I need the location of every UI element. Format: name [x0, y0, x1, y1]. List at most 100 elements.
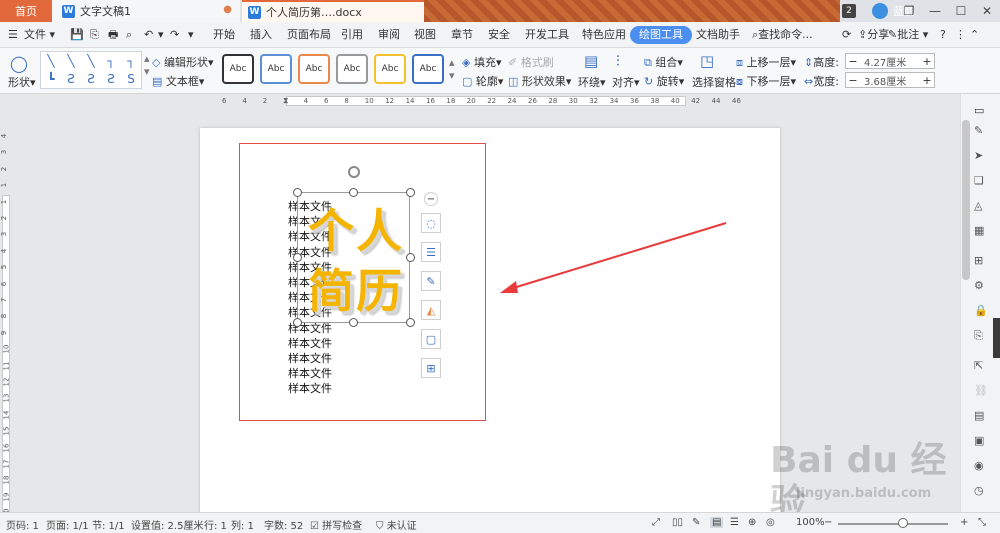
border-icon[interactable]: ▢: [421, 329, 441, 349]
resize-handle-e[interactable]: [406, 253, 415, 262]
fill-bucket-icon[interactable]: ◭: [421, 300, 441, 320]
resize-handle-n[interactable]: [349, 188, 358, 197]
location-icon[interactable]: ◉: [974, 459, 988, 473]
rotate-button[interactable]: ↻ 旋转▾: [644, 73, 684, 89]
menu-review[interactable]: 审阅: [378, 22, 400, 48]
zoom-in-button[interactable]: +: [960, 517, 968, 528]
undo-icon[interactable]: ↶: [144, 22, 153, 48]
shape-tool-icon[interactable]: ❏: [974, 174, 988, 188]
collapse-ribbon-icon[interactable]: ⌃: [970, 22, 979, 48]
image-icon[interactable]: ▣: [974, 434, 988, 448]
status-col[interactable]: 列: 1: [231, 517, 254, 532]
tab-document-1[interactable]: W 文字文稿1 ●: [52, 0, 240, 22]
minimize-icon[interactable]: —: [922, 0, 948, 22]
maximize-icon[interactable]: ☐: [948, 0, 974, 22]
style-preset-yellow[interactable]: Abc: [374, 54, 406, 84]
curve-shape-icon[interactable]: Ƨ: [101, 70, 121, 88]
more-icon[interactable]: ⋮: [955, 22, 966, 48]
style-preset-orange[interactable]: Abc: [298, 54, 330, 84]
menu-developer[interactable]: 开发工具: [525, 22, 569, 48]
menu-security[interactable]: 安全: [488, 22, 510, 48]
certification-status[interactable]: ⛉ 未认证: [376, 517, 417, 532]
shape-gallery[interactable]: ╲ ╲ ╲ ┐ ┐ ┗ Ƨ Ƨ Ƨ S: [40, 51, 142, 89]
command-search[interactable]: ⌕查找命令...: [752, 22, 813, 48]
align-button[interactable]: 对齐▾: [612, 74, 640, 90]
zoom-out-button[interactable]: −: [824, 517, 832, 528]
hamburger-icon[interactable]: ☰: [8, 22, 18, 48]
resize-handle-sw[interactable]: [293, 318, 302, 327]
selection-pane-icon[interactable]: ◳: [700, 52, 714, 70]
fit-page-icon[interactable]: ⤡: [978, 517, 986, 528]
comment-button[interactable]: ✎批注 ▾: [888, 22, 928, 48]
shape-button[interactable]: 形状▾: [8, 74, 36, 90]
pen-tool-icon[interactable]: ✎: [974, 124, 988, 138]
collapse-toolbar-icon[interactable]: −: [424, 192, 438, 206]
status-page-number[interactable]: 页码: 1: [6, 517, 39, 532]
status-section[interactable]: 节: 1/1: [92, 517, 125, 532]
send-backward-button[interactable]: ⧇ 下移一层▾: [736, 73, 796, 89]
elbow-shape-icon[interactable]: ┐: [121, 52, 141, 70]
resize-handle-w[interactable]: [293, 253, 302, 262]
tab-home[interactable]: 首页: [0, 0, 52, 22]
resize-handle-se[interactable]: [406, 318, 415, 327]
height-stepper[interactable]: − 4.27厘米 +: [845, 53, 935, 69]
help-icon[interactable]: ?: [940, 22, 946, 48]
menu-references[interactable]: 引用: [341, 22, 363, 48]
side-panel-toggle[interactable]: [993, 318, 1000, 358]
style-preset-blue[interactable]: Abc: [260, 54, 292, 84]
style-preset-black[interactable]: Abc: [222, 54, 254, 84]
export-icon[interactable]: ⇱: [974, 359, 988, 373]
sync-icon[interactable]: ⟳: [842, 22, 851, 48]
status-pages[interactable]: 页面: 1/1: [46, 517, 89, 532]
group-button[interactable]: ⧉ 组合▾: [644, 54, 683, 70]
grid-icon[interactable]: ⊞: [974, 254, 988, 268]
rotate-handle[interactable]: [348, 166, 360, 178]
zoom-slider[interactable]: [838, 523, 948, 525]
read-mode-icon[interactable]: ▯▯: [672, 517, 683, 528]
status-setting[interactable]: 设置值: 2.5厘米: [131, 517, 203, 532]
print-icon[interactable]: 🖶: [108, 22, 118, 48]
style-gallery-more-icon[interactable]: ▴ ▾: [449, 56, 455, 82]
tab-document-2[interactable]: W 个人简历第….docx: [242, 0, 424, 22]
settings-icon[interactable]: ⚙: [974, 279, 988, 293]
customize-icon[interactable]: ▾: [188, 22, 194, 48]
eye-protection-icon[interactable]: ◎: [766, 517, 775, 528]
restore-icon[interactable]: ❐: [896, 0, 922, 22]
elbow-shape-icon[interactable]: ┗: [41, 70, 61, 88]
line-shape-icon[interactable]: ╲: [61, 52, 81, 70]
width-increase-button[interactable]: +: [920, 74, 934, 87]
menu-chapter[interactable]: 章节: [451, 22, 473, 48]
export-icon[interactable]: ⎘: [90, 22, 99, 48]
style-tool-icon[interactable]: ◬: [974, 199, 988, 213]
height-decrease-button[interactable]: −: [846, 55, 860, 68]
shape-icon[interactable]: ◯: [10, 54, 28, 73]
menu-drawing-tools[interactable]: 绘图工具: [630, 26, 692, 44]
outline-view-icon[interactable]: ☰: [730, 517, 739, 528]
tab-count-badge[interactable]: 2: [842, 4, 856, 18]
wrap-icon[interactable]: ▤: [584, 52, 598, 70]
wrap-text-icon[interactable]: ☰: [421, 242, 441, 262]
edit-shape-button[interactable]: ◇ 编辑形状▾: [152, 54, 214, 70]
shape-effect-button[interactable]: ◫ 形状效果▾: [508, 73, 571, 89]
format-brush-button[interactable]: ✐ 格式刷: [508, 54, 554, 70]
share-button[interactable]: ⇪分享: [858, 22, 889, 48]
text-box-button[interactable]: ▤ 文本框▾: [152, 73, 204, 89]
web-view-icon[interactable]: ⊕: [748, 517, 756, 528]
selection-pane-button[interactable]: 选择窗格: [692, 74, 736, 90]
width-stepper[interactable]: − 3.68厘米 +: [845, 72, 935, 88]
preview-icon[interactable]: ⌕: [126, 22, 132, 48]
shape-style-icon[interactable]: ◌: [421, 213, 441, 233]
style-preset-gray[interactable]: Abc: [336, 54, 368, 84]
save-icon[interactable]: 💾: [70, 22, 84, 48]
status-word-count[interactable]: 字数: 52: [264, 517, 303, 532]
line-shape-icon[interactable]: ╲: [41, 52, 61, 70]
width-decrease-button[interactable]: −: [846, 74, 860, 87]
wordart-textbox[interactable]: 个人 简历: [297, 192, 410, 323]
copy-icon[interactable]: ⎘: [974, 329, 988, 343]
curve-shape-icon[interactable]: Ƨ: [61, 70, 81, 88]
line-shape-icon[interactable]: ╲: [81, 52, 101, 70]
curve-shape-icon[interactable]: Ƨ: [81, 70, 101, 88]
bring-forward-button[interactable]: ⧈ 上移一层▾: [736, 54, 796, 70]
vertical-scrollbar[interactable]: [962, 120, 970, 280]
menu-view[interactable]: 视图: [414, 22, 436, 48]
